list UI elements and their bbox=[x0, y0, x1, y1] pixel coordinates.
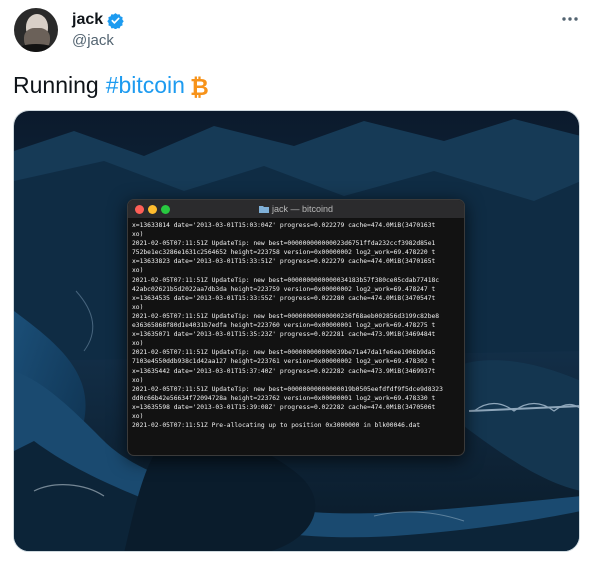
tweet-text-body: Running bbox=[13, 72, 99, 98]
terminal-output: x=13633814 date='2013-03-01T15:03:04Z' p… bbox=[128, 219, 464, 430]
terminal-line: xo) bbox=[132, 412, 144, 420]
verified-badge-icon bbox=[107, 13, 124, 29]
terminal-window[interactable]: jack — bitcoind x=13633814 date='2013-03… bbox=[127, 199, 465, 456]
terminal-line: e36365868f80d1e4031b7edfa height=223760 … bbox=[132, 322, 436, 330]
bitcoin-icon: ₿ bbox=[190, 75, 209, 98]
terminal-line: 2021-02-05T07:11:51Z UpdateTip: new best… bbox=[132, 276, 440, 284]
terminal-line: x=13633823 date='2013-03-01T15:33:51Z' p… bbox=[132, 258, 436, 266]
avatar[interactable] bbox=[14, 8, 58, 52]
svg-text:₿: ₿ bbox=[190, 75, 209, 98]
terminal-line: x=13635442 date='2013-03-01T15:37:40Z' p… bbox=[132, 367, 436, 375]
terminal-line: x=13635071 date='2013-03-01T15:35:23Z' p… bbox=[132, 331, 436, 339]
folder-icon bbox=[258, 206, 269, 213]
user-handle[interactable]: @jack bbox=[72, 32, 114, 49]
terminal-line: 2021-02-05T07:11:51Z UpdateTip: new best… bbox=[132, 349, 436, 357]
terminal-line: 2021-02-05T07:11:51Z UpdateTip: new best… bbox=[132, 385, 443, 393]
terminal-line: 2021-02-05T07:11:51Z UpdateTip: new best… bbox=[132, 312, 440, 320]
terminal-line: x=13633814 date='2013-03-01T15:03:04Z' p… bbox=[132, 222, 436, 229]
terminal-line: xo) bbox=[132, 267, 144, 275]
terminal-line: 752be1ec3286e1631c2564652 height=223758 … bbox=[132, 249, 436, 257]
terminal-line: x=13634535 date='2013-03-01T15:33:55Z' p… bbox=[132, 294, 436, 302]
terminal-line: 42abc02621b5d2022aa7db3da height=223759 … bbox=[132, 285, 436, 293]
terminal-line: 2021-02-05T07:11:51Z Pre-allocating up t… bbox=[132, 422, 421, 430]
terminal-line: xo) bbox=[132, 340, 144, 348]
terminal-line: xo) bbox=[132, 231, 144, 239]
tweet-media-image[interactable]: jack — bitcoind x=13633814 date='2013-03… bbox=[13, 110, 580, 552]
terminal-line: xo) bbox=[132, 303, 144, 311]
terminal-line: 2021-02-05T07:11:51Z UpdateTip: new best… bbox=[132, 240, 436, 248]
hashtag-link[interactable]: #bitcoin bbox=[106, 72, 185, 99]
terminal-line: xo) bbox=[132, 376, 144, 384]
terminal-line: x=13635598 date='2013-03-01T15:39:08Z' p… bbox=[132, 403, 436, 411]
terminal-titlebar[interactable]: jack — bitcoind bbox=[128, 200, 464, 219]
tweet-text: Running #bitcoin ₿ bbox=[13, 72, 211, 99]
avatar-shirt bbox=[16, 44, 56, 52]
display-name[interactable]: jack bbox=[72, 11, 103, 29]
terminal-line: dd0c66b42e56634f72094728a height=223762 … bbox=[132, 394, 436, 402]
terminal-title-text: jack — bitcoind bbox=[271, 204, 334, 214]
more-options-icon[interactable] bbox=[560, 12, 580, 26]
terminal-title: jack — bitcoind bbox=[128, 204, 464, 214]
terminal-line: 7103e4550ddb938c1d42aa127 height=223761 … bbox=[132, 358, 436, 366]
